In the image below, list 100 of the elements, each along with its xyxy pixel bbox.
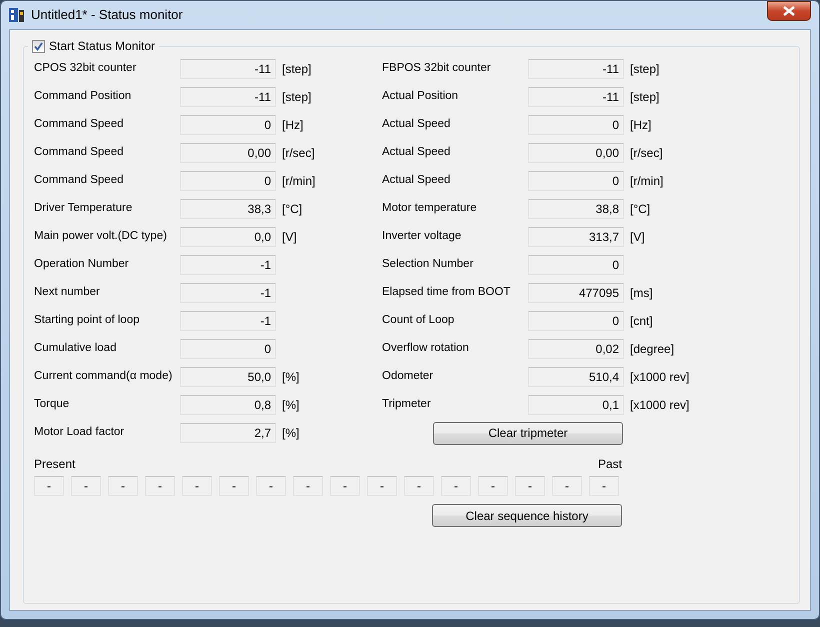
field-label: Driver Temperature bbox=[34, 201, 134, 216]
field-label: Tripmeter bbox=[382, 397, 432, 412]
value-field: -11 bbox=[528, 87, 624, 107]
field-label: Current command(α mode) bbox=[34, 369, 174, 384]
history-cell: - bbox=[71, 476, 101, 496]
clear-history-button[interactable]: Clear sequence history bbox=[432, 504, 622, 527]
value-field: 0,8 bbox=[180, 395, 276, 415]
value-field: 0,00 bbox=[528, 143, 624, 163]
value-field: 0 bbox=[528, 171, 624, 191]
field-label: FBPOS 32bit counter bbox=[382, 61, 492, 76]
field-label: Actual Position bbox=[382, 89, 460, 104]
history-cell: - bbox=[367, 476, 397, 496]
clear-tripmeter-button[interactable]: Clear tripmeter bbox=[433, 422, 623, 444]
value-field: -1 bbox=[180, 283, 276, 303]
unit-label: [step] bbox=[282, 61, 312, 78]
history-cell: - bbox=[34, 476, 64, 496]
unit-label: [Hz] bbox=[630, 117, 652, 134]
field-label: Inverter voltage bbox=[382, 229, 462, 244]
value-field: 0,0 bbox=[180, 227, 276, 247]
value-field: 510,4 bbox=[528, 367, 624, 387]
unit-label: [r/sec] bbox=[630, 145, 663, 162]
field-label: Actual Speed bbox=[382, 145, 452, 160]
history-cell: - bbox=[145, 476, 175, 496]
field-label: Motor temperature bbox=[382, 201, 478, 216]
value-field: -11 bbox=[180, 59, 276, 79]
unit-label: [V] bbox=[630, 229, 645, 246]
history-label: Past bbox=[598, 456, 622, 473]
field-label: Torque bbox=[34, 397, 70, 412]
value-field: 0 bbox=[180, 339, 276, 359]
value-field: 38,8 bbox=[528, 199, 624, 219]
history-cell: - bbox=[293, 476, 323, 496]
value-field: 477095 bbox=[528, 283, 624, 303]
history-cell: - bbox=[478, 476, 508, 496]
unit-label: [x1000 rev] bbox=[630, 397, 690, 414]
field-label: Command Position bbox=[34, 89, 132, 104]
field-label: Count of Loop bbox=[382, 313, 456, 328]
field-label: Overflow rotation bbox=[382, 341, 470, 356]
unit-label: [r/sec] bbox=[282, 145, 315, 162]
field-label: Actual Speed bbox=[382, 117, 452, 132]
value-field: -1 bbox=[180, 255, 276, 275]
unit-label: [x1000 rev] bbox=[630, 369, 690, 386]
value-field: 0 bbox=[180, 171, 276, 191]
value-field: 0 bbox=[528, 311, 624, 331]
value-field: 0 bbox=[180, 115, 276, 135]
value-field: 50,0 bbox=[180, 367, 276, 387]
field-label: Elapsed time from BOOT bbox=[382, 285, 512, 300]
unit-label: [cnt] bbox=[630, 313, 653, 330]
value-field: 0,02 bbox=[528, 339, 624, 359]
history-cell: - bbox=[182, 476, 212, 496]
unit-label: [°C] bbox=[630, 201, 650, 218]
value-field: -1 bbox=[180, 311, 276, 331]
value-field: 0 bbox=[528, 255, 624, 275]
field-label: Cumulative load bbox=[34, 341, 118, 356]
unit-label: [%] bbox=[282, 397, 300, 414]
value-field: 0 bbox=[528, 115, 624, 135]
history-cell: - bbox=[219, 476, 249, 496]
window-title: Untitled1* - Status monitor bbox=[31, 6, 183, 24]
unit-label: [step] bbox=[630, 89, 660, 106]
field-label: Starting point of loop bbox=[34, 313, 140, 328]
unit-label: [Hz] bbox=[282, 117, 304, 134]
field-label: CPOS 32bit counter bbox=[34, 61, 138, 76]
field-label: Command Speed bbox=[34, 117, 124, 132]
unit-label: [ms] bbox=[630, 285, 653, 302]
value-field: 38,3 bbox=[180, 199, 276, 219]
field-label: Motor Load factor bbox=[34, 425, 126, 440]
unit-label: [%] bbox=[282, 369, 300, 386]
history-cell: - bbox=[330, 476, 360, 496]
field-label: Actual Speed bbox=[382, 173, 452, 188]
close-button[interactable] bbox=[767, 1, 811, 21]
unit-label: [degree] bbox=[630, 341, 674, 358]
unit-label: [r/min] bbox=[630, 173, 664, 190]
history-cell: - bbox=[256, 476, 286, 496]
value-field: -11 bbox=[528, 59, 624, 79]
unit-label: [°C] bbox=[282, 201, 302, 218]
field-label: Command Speed bbox=[34, 173, 124, 188]
value-field: -11 bbox=[180, 87, 276, 107]
value-field: 2,7 bbox=[180, 423, 276, 443]
unit-label: [V] bbox=[282, 229, 297, 246]
field-label: Main power volt.(DC type) bbox=[34, 229, 168, 244]
history-cell: - bbox=[589, 476, 619, 496]
history-cell: - bbox=[108, 476, 138, 496]
close-icon bbox=[783, 6, 795, 16]
history-cell: - bbox=[441, 476, 471, 496]
history-cell: - bbox=[515, 476, 545, 496]
field-label: Odometer bbox=[382, 369, 434, 384]
value-field: 313,7 bbox=[528, 227, 624, 247]
history-label: Present bbox=[34, 456, 76, 473]
field-label: Operation Number bbox=[34, 257, 130, 272]
field-label: Next number bbox=[34, 285, 101, 300]
unit-label: [step] bbox=[282, 89, 312, 106]
field-label: Selection Number bbox=[382, 257, 474, 272]
history-cell: - bbox=[552, 476, 582, 496]
value-field: 0,1 bbox=[528, 395, 624, 415]
value-field: 0,00 bbox=[180, 143, 276, 163]
checkbox[interactable] bbox=[32, 40, 45, 52]
field-label: Command Speed bbox=[34, 145, 124, 160]
unit-label: [r/min] bbox=[282, 173, 316, 190]
history-cell: - bbox=[404, 476, 434, 496]
unit-label: [%] bbox=[282, 425, 300, 442]
checkbox-label[interactable]: Start Status Monitor bbox=[49, 37, 156, 55]
